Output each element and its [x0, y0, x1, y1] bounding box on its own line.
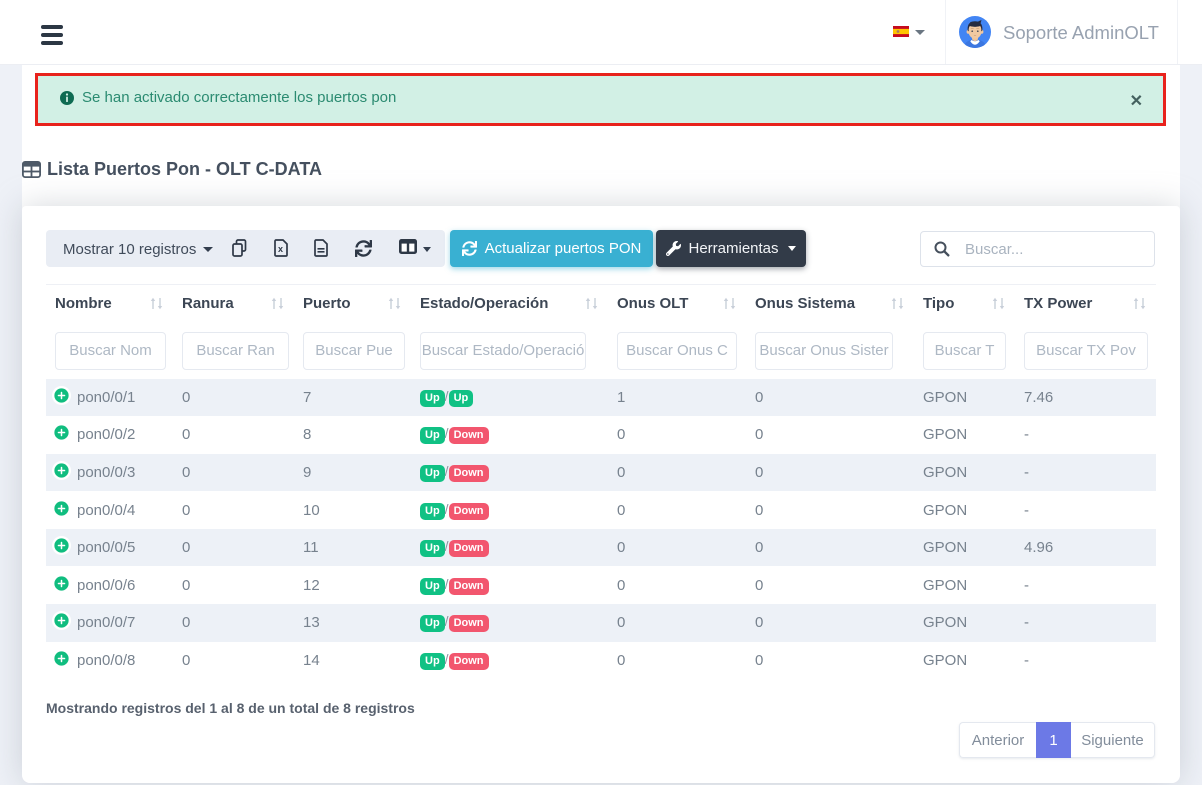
svg-text:x: x [278, 244, 283, 254]
